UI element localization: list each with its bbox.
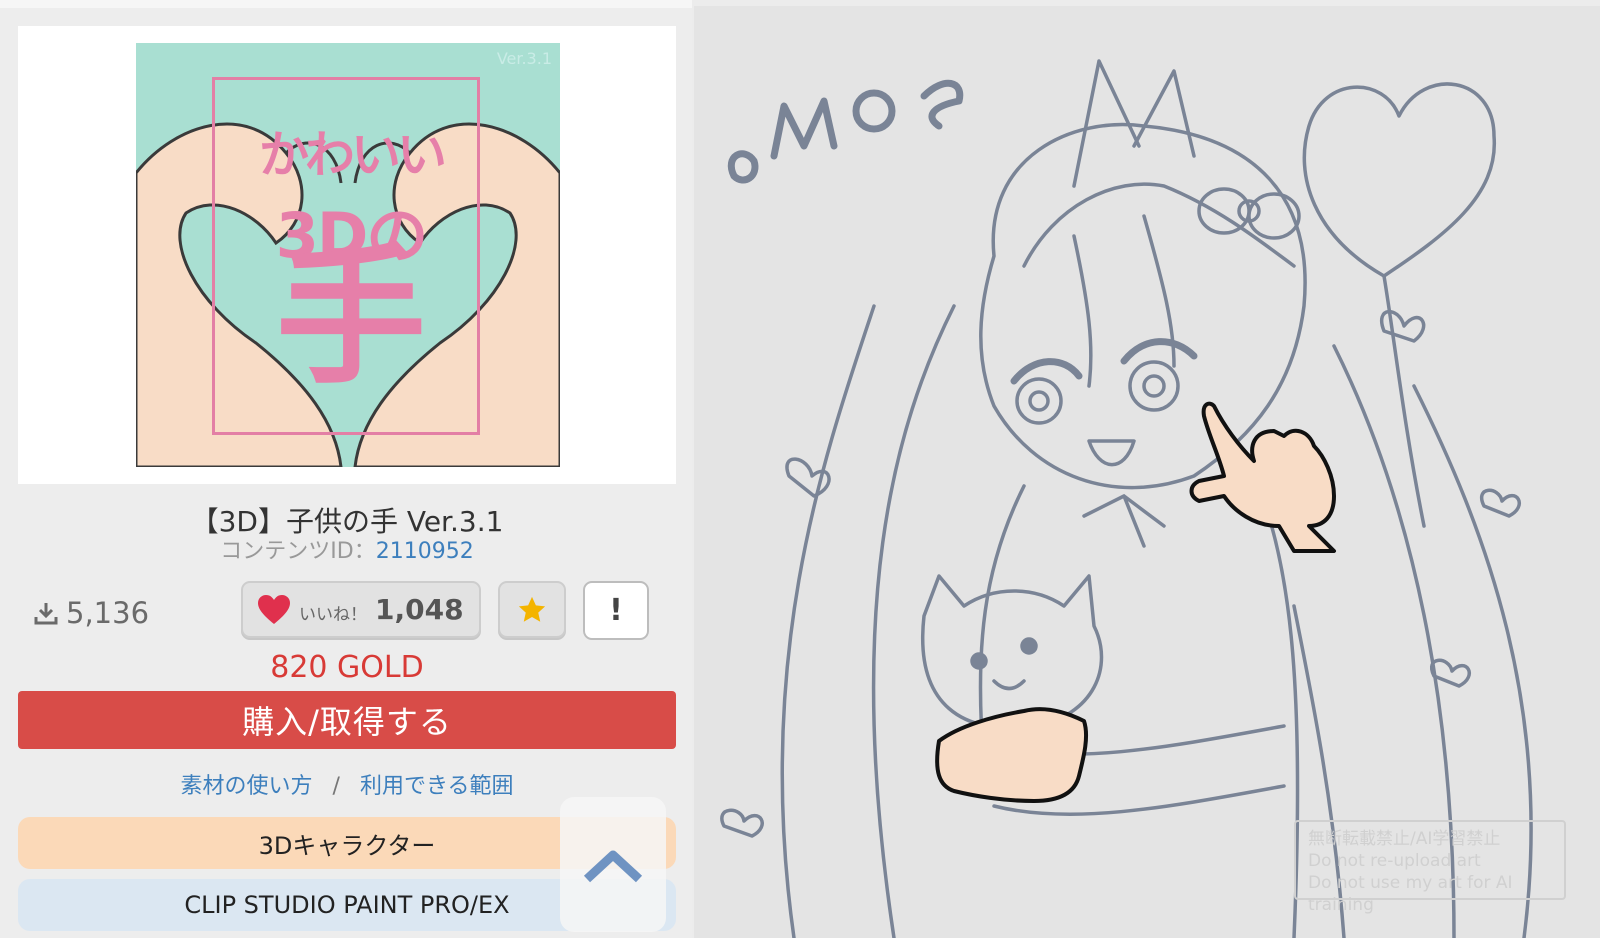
help-links: 素材の使い方 / 利用できる範囲 <box>18 768 676 800</box>
top-divider <box>0 0 692 8</box>
watermark: 無断転載禁止/AI学習禁止 Do not re-upload art Do no… <box>1294 820 1566 915</box>
sample-artwork: 無断転載禁止/AI学習禁止 Do not re-upload art Do no… <box>694 6 1600 938</box>
content-id-value[interactable]: 2110952 <box>376 539 474 564</box>
like-label: いいね！ <box>299 605 367 625</box>
price: 820 GOLD <box>270 650 424 685</box>
thumbnail-text-kawaii: かわいい <box>259 126 447 184</box>
link-separator: / <box>332 774 340 799</box>
buy-button[interactable]: 購入/取得する <box>18 691 676 749</box>
scope-link[interactable]: 利用できる範囲 <box>360 774 514 799</box>
content-id: コンテンツID：2110952 <box>18 533 676 565</box>
download-count-value: 5,136 <box>66 596 150 630</box>
thumbnail-card: Ver.3.1 かわいい 3Dの 手 <box>18 26 676 484</box>
thumbnail-version: Ver.3.1 <box>496 49 552 68</box>
watermark-line1: 無断転載禁止/AI学習禁止 <box>1308 829 1501 849</box>
watermark-line2: Do not re-upload art <box>1308 851 1481 872</box>
character-line-art <box>720 59 1533 938</box>
product-thumbnail[interactable]: Ver.3.1 かわいい 3Dの 手 <box>136 43 560 467</box>
report-button[interactable]: ! <box>583 581 649 640</box>
like-button[interactable]: いいね！ 1,048 <box>241 581 481 638</box>
download-count: 5,136 <box>34 596 149 630</box>
chevron-up-icon <box>583 850 643 882</box>
scroll-top-button[interactable] <box>560 797 666 932</box>
product-panel: Ver.3.1 かわいい 3Dの 手 【3D】子供の手 Ver.3.1 コンテン… <box>0 0 692 938</box>
heart-icon <box>258 594 290 624</box>
download-icon <box>34 603 58 625</box>
usage-link[interactable]: 素材の使い方 <box>181 774 313 799</box>
content-id-label: コンテンツID： <box>220 539 376 564</box>
thumbnail-text-te: 手 <box>275 231 426 405</box>
like-count: 1,048 <box>375 593 464 626</box>
watermark-line3: Do not use my art for AI training <box>1308 873 1513 916</box>
star-icon <box>518 596 546 622</box>
favorite-button[interactable] <box>498 581 566 638</box>
